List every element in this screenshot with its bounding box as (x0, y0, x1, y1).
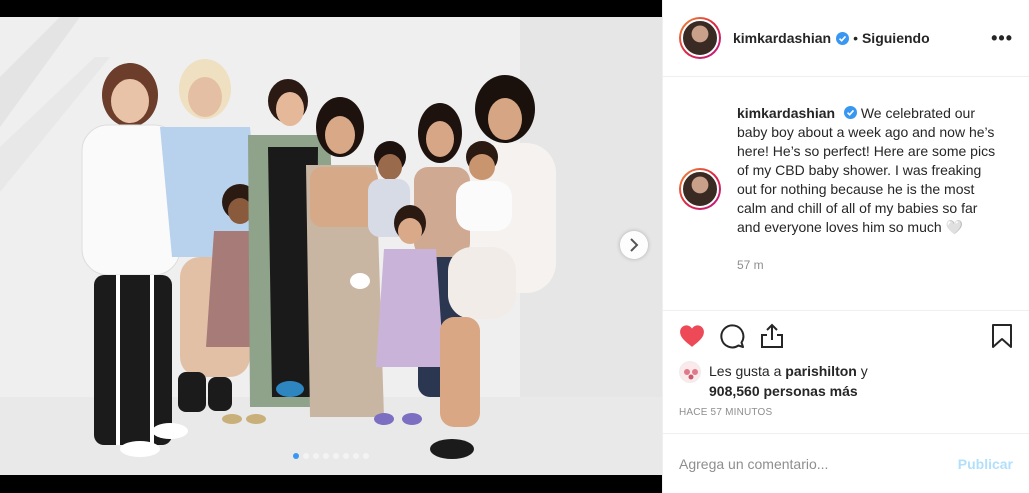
carousel-dot (313, 453, 319, 459)
save-button[interactable] (973, 316, 1013, 356)
carousel-dot (333, 453, 339, 459)
carousel-dot (363, 453, 369, 459)
comment-bar: Publicar (663, 433, 1029, 493)
comment-button[interactable] (719, 316, 759, 356)
following-button[interactable]: Siguiendo (862, 30, 930, 46)
likes-prefix: Les gusta a (709, 363, 782, 379)
likes-connector: y (860, 363, 868, 379)
heart-icon (680, 325, 704, 347)
carousel-indicator (0, 453, 662, 459)
carousel-dot (293, 453, 299, 459)
caption-text: We celebrated our baby boy about a week … (737, 105, 996, 235)
post-timestamp[interactable]: Hace 57 minutos (663, 407, 1029, 433)
verified-badge-icon (836, 31, 850, 45)
likes-user-link[interactable]: parishilton (785, 363, 857, 379)
verified-badge-icon (843, 106, 857, 119)
follow-separator: • (853, 30, 858, 46)
post-media (0, 0, 662, 493)
liker-avatar-image (680, 362, 700, 382)
carousel-dot (323, 453, 329, 459)
post-header: kimkardashian • Siguiendo ••• (663, 0, 1029, 77)
post-caption: kimkardashian We celebrated our baby boy… (663, 77, 1029, 311)
chevron-right-icon (630, 238, 639, 252)
share-icon (761, 323, 783, 348)
caption-body: kimkardashian We celebrated our baby boy… (737, 104, 999, 310)
share-button[interactable] (759, 316, 799, 356)
caption-timestamp[interactable]: 57 m (737, 256, 999, 275)
post-actions (663, 311, 1029, 361)
comment-input[interactable] (679, 455, 958, 472)
caption-avatar[interactable] (679, 168, 721, 210)
user-avatar[interactable] (679, 17, 721, 59)
family-photo-illustration (0, 17, 662, 475)
likes-summary: Les gusta a parishilton y 908,560 person… (663, 361, 1029, 407)
carousel-dot (303, 453, 309, 459)
liker-avatar[interactable] (679, 361, 701, 383)
publish-button[interactable]: Publicar (958, 456, 1013, 472)
comment-icon (720, 324, 745, 349)
header-username[interactable]: kimkardashian (733, 30, 831, 46)
carousel-next-button[interactable] (620, 231, 648, 259)
like-button[interactable] (679, 316, 719, 356)
bookmark-icon (992, 324, 1012, 348)
carousel-dot (343, 453, 349, 459)
caption-username[interactable]: kimkardashian (737, 105, 835, 121)
post-photo[interactable] (0, 17, 662, 475)
carousel-dot (353, 453, 359, 459)
more-options-icon[interactable]: ••• (991, 28, 1013, 49)
post-side-panel: kimkardashian • Siguiendo ••• kimkardash… (662, 0, 1029, 493)
likes-text: Les gusta a parishilton y 908,560 person… (709, 361, 868, 401)
likes-count-link[interactable]: 908,560 personas más (709, 383, 858, 399)
